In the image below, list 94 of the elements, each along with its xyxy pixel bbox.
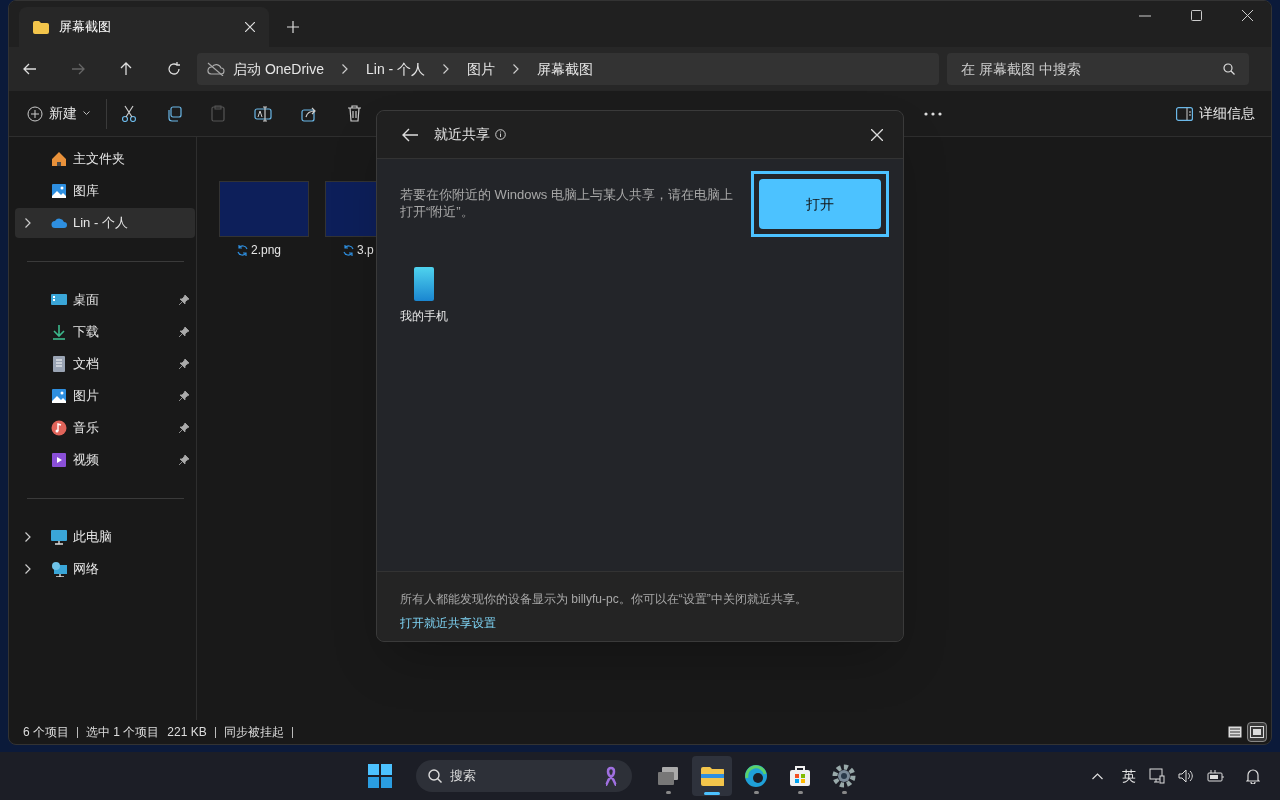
- sidebar-item[interactable]: 音乐: [15, 413, 195, 443]
- breadcrumb[interactable]: 启动 OneDrive: [233, 58, 325, 80]
- network-icon: [51, 561, 67, 577]
- breadcrumb[interactable]: Lin - 个人: [366, 58, 426, 80]
- refresh-icon[interactable]: [167, 62, 181, 76]
- music-note-icon: [51, 420, 67, 436]
- sidebar-item[interactable]: 图片: [15, 381, 195, 411]
- video-icon: [51, 452, 67, 468]
- status-text: 同步被挂起: [223, 724, 284, 741]
- folder-icon: [700, 764, 724, 788]
- address-bar[interactable]: 启动 OneDrive Lin - 个人 图片 屏幕截图: [197, 53, 939, 85]
- close-icon[interactable]: [871, 128, 883, 141]
- chevron-right-icon: [342, 64, 349, 74]
- sync-icon: [237, 244, 248, 256]
- battery-icon[interactable]: [1207, 770, 1225, 782]
- sidebar-item[interactable]: Lin - 个人: [15, 208, 195, 238]
- file-name: 2.png: [251, 242, 282, 259]
- picture-icon: [51, 183, 67, 199]
- download-icon: [51, 324, 67, 340]
- browser-icon: [744, 764, 768, 788]
- sidebar-item[interactable]: 桌面: [15, 285, 195, 315]
- details-pane-icon: [1176, 106, 1193, 121]
- maximize-icon[interactable]: [1191, 10, 1202, 21]
- list-view-icon: [1228, 726, 1242, 738]
- input-method-indicator[interactable]: 英: [1122, 765, 1136, 787]
- desktop-icon: [51, 292, 67, 308]
- close-icon[interactable]: [245, 22, 255, 32]
- more-options-icon[interactable]: [924, 111, 942, 116]
- monitor-icon: [51, 529, 67, 545]
- chevron-right-icon[interactable]: [25, 218, 31, 228]
- sidebar-item[interactable]: 下载: [15, 317, 195, 347]
- windows-start-icon[interactable]: [368, 764, 392, 788]
- folder-icon: [33, 20, 49, 34]
- sidebar-item[interactable]: 主文件夹: [15, 144, 195, 174]
- up-arrow-icon[interactable]: [119, 62, 133, 76]
- tiles-view-button[interactable]: [1247, 722, 1267, 742]
- close-icon[interactable]: [1242, 10, 1253, 21]
- phone-icon: [414, 267, 434, 301]
- sidebar-item[interactable]: 网络: [15, 554, 195, 584]
- new-tab-icon[interactable]: [287, 21, 299, 33]
- rename-icon[interactable]: [254, 105, 272, 122]
- sidebar-item[interactable]: 视频: [15, 445, 195, 475]
- taskbar-app-button[interactable]: [692, 756, 732, 796]
- info-icon[interactable]: [495, 129, 506, 140]
- volume-icon[interactable]: [1178, 769, 1194, 783]
- taskbar-search[interactable]: 搜索: [416, 760, 632, 792]
- sidebar-item[interactable]: 此电脑: [15, 522, 195, 552]
- dialog-title: 就近共享: [434, 125, 490, 144]
- home-icon: [51, 151, 67, 167]
- folder-tab[interactable]: 屏幕截图: [19, 7, 269, 47]
- network-icon[interactable]: [1149, 768, 1165, 784]
- search-icon: [1223, 63, 1235, 75]
- device-name[interactable]: 我的手机: [400, 307, 448, 325]
- status-text: 选中 1 个项目: [86, 724, 160, 741]
- ribbon-icon: [604, 766, 618, 786]
- back-arrow-icon[interactable]: [23, 62, 37, 76]
- details-button[interactable]: 详细信息: [1176, 98, 1255, 129]
- tile-view-icon: [1250, 726, 1264, 738]
- gear-icon: [832, 764, 856, 788]
- document-icon: [51, 356, 67, 372]
- image-thumbnail[interactable]: [219, 181, 309, 237]
- clipboard-icon[interactable]: [211, 105, 225, 122]
- notification-bell-icon[interactable]: [1246, 768, 1260, 784]
- new-button[interactable]: 新建: [25, 98, 92, 129]
- chevron-right-icon: [443, 64, 450, 74]
- chevron-right-icon[interactable]: [25, 532, 31, 542]
- search-icon: [428, 769, 442, 783]
- plus-circle-icon: [27, 105, 43, 122]
- chevron-down-icon: [83, 111, 90, 116]
- back-arrow-icon[interactable]: [402, 127, 419, 142]
- scissors-icon[interactable]: [121, 105, 137, 122]
- turn-on-button[interactable]: 打开: [758, 179, 881, 229]
- share-icon[interactable]: [301, 105, 318, 122]
- breadcrumb[interactable]: 屏幕截图: [537, 58, 594, 80]
- picture-icon: [51, 388, 67, 404]
- trash-icon[interactable]: [347, 105, 362, 122]
- task-view-icon: [656, 764, 680, 788]
- chevron-up-icon[interactable]: [1092, 772, 1103, 780]
- cloud-off-icon: [207, 62, 225, 76]
- shopping-bag-icon: [788, 764, 812, 788]
- chevron-right-icon: [513, 64, 520, 74]
- sidebar-item[interactable]: 文档: [15, 349, 195, 379]
- sync-icon: [343, 244, 354, 256]
- copy-icon[interactable]: [166, 105, 182, 122]
- sidebar-item[interactable]: 图库: [15, 176, 195, 206]
- forward-arrow-icon[interactable]: [71, 62, 85, 76]
- status-text: 6 个项目: [23, 724, 69, 741]
- status-text: 221 KB: [167, 724, 207, 741]
- file-name: 3.p: [357, 242, 374, 259]
- breadcrumb[interactable]: 图片: [467, 58, 496, 80]
- nearby-sharing-message: 若要在你附近的 Windows 电脑上与某人共享，请在电脑上打开“附近”。: [400, 186, 734, 220]
- settings-link[interactable]: 打开就近共享设置: [400, 616, 496, 630]
- search-field[interactable]: 在 屏幕截图 中搜索: [947, 53, 1249, 85]
- chevron-right-icon[interactable]: [25, 564, 31, 574]
